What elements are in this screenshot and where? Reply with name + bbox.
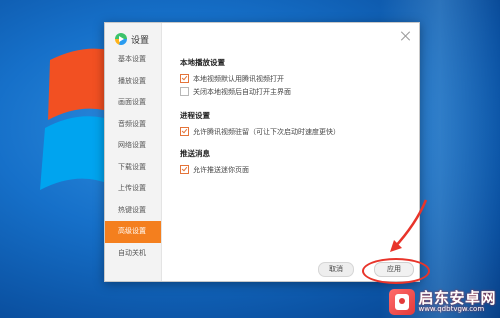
sidebar-item-network[interactable]: 网络设置 (105, 135, 161, 157)
sidebar-item-upload[interactable]: 上传设置 (105, 178, 161, 200)
settings-sidebar: 设置 基本设置 播放设置 画面设置 音频设置 网络设置 下载设置 上传设置 热键… (105, 23, 162, 281)
option-allow-resident[interactable]: 允许腾讯视频驻留（可让下次启动时速度更快） (180, 125, 340, 138)
checkbox[interactable] (180, 165, 189, 174)
option-open-with-tencent[interactable]: 本地视频默认用腾讯视频打开 (180, 72, 291, 85)
close-icon[interactable] (401, 31, 411, 41)
option-allow-mini-page[interactable]: 允许推送迷你页面 (180, 163, 249, 176)
watermark-url: www.qdbtvgw.com (418, 305, 485, 313)
sidebar-item-advanced[interactable]: 高级设置 (105, 221, 161, 243)
section-title: 本地播放设置 (180, 58, 225, 67)
option-label: 关闭本地视频后自动打开主界面 (193, 87, 291, 96)
dialog-title: 设置 (131, 35, 150, 46)
checkbox[interactable] (180, 74, 189, 83)
sidebar-item-basic[interactable]: 基本设置 (105, 49, 161, 71)
highlight-circle (362, 258, 430, 284)
dialog-title-row: 设置 (115, 31, 149, 47)
sidebar-item-picture[interactable]: 画面设置 (105, 92, 161, 114)
checkbox[interactable] (180, 127, 189, 136)
section-title: 推送消息 (180, 149, 210, 158)
tencent-video-logo-icon (115, 33, 127, 45)
pointer-arrow-icon (390, 199, 428, 252)
option-label: 本地视频默认用腾讯视频打开 (193, 74, 284, 83)
watermark-logo-icon (389, 289, 416, 315)
section-process: 进程设置 允许腾讯视频驻留（可让下次启动时速度更快） (180, 110, 340, 138)
sidebar-item-download[interactable]: 下载设置 (105, 157, 161, 179)
option-label: 允许腾讯视频驻留（可让下次启动时速度更快） (193, 127, 340, 136)
option-label: 允许推送迷你页面 (193, 165, 249, 174)
settings-dialog: 设置 基本设置 播放设置 画面设置 音频设置 网络设置 下载设置 上传设置 热键… (104, 22, 420, 282)
watermark-text: 启东安卓网 www.qdbtvgw.com (418, 291, 496, 313)
settings-nav: 基本设置 播放设置 画面设置 音频设置 网络设置 下载设置 上传设置 热键设置 … (105, 49, 161, 264)
section-local-playback: 本地播放设置 本地视频默认用腾讯视频打开 关闭本地视频后自动打开主界面 (180, 57, 291, 98)
section-title: 进程设置 (180, 111, 210, 120)
sidebar-item-auto-shutdown[interactable]: 自动关机 (105, 243, 161, 265)
sidebar-item-playback[interactable]: 播放设置 (105, 71, 161, 93)
section-push-messages: 推送消息 允许推送迷你页面 (180, 148, 249, 176)
sidebar-item-audio[interactable]: 音频设置 (105, 114, 161, 136)
checkbox[interactable] (180, 87, 189, 96)
watermark-title: 启东安卓网 (418, 289, 496, 307)
sidebar-item-hotkeys[interactable]: 热键设置 (105, 200, 161, 222)
cancel-button[interactable]: 取消 (318, 262, 354, 277)
watermark: 启东安卓网 www.qdbtvgw.com (389, 289, 496, 315)
option-open-main-after-close[interactable]: 关闭本地视频后自动打开主界面 (180, 85, 291, 98)
